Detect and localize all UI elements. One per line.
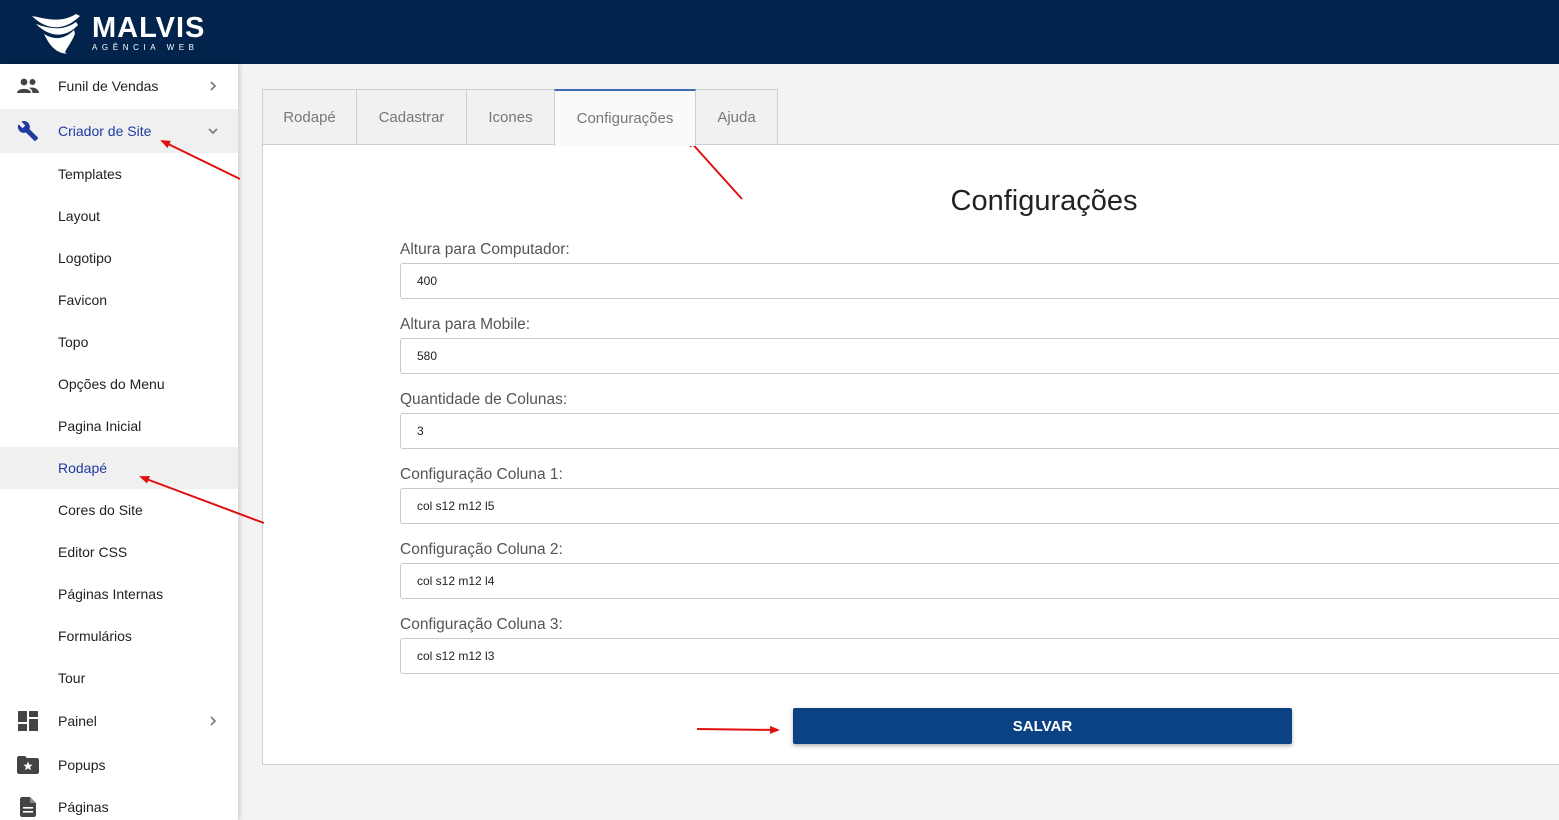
coluna-1-label: Configuração Coluna 1: bbox=[400, 466, 563, 483]
sidebar-item-paginas[interactable]: Páginas bbox=[0, 785, 238, 820]
sidebar-subitem-label: Topo bbox=[58, 334, 89, 350]
coluna-2-label: Configuração Coluna 2: bbox=[400, 541, 563, 558]
sidebar-subitem-label: Formulários bbox=[58, 628, 132, 644]
chevron-down-icon bbox=[208, 128, 218, 135]
altura-mobile-input[interactable] bbox=[400, 338, 1559, 374]
sidebar-subitem-paginas-internas[interactable]: Páginas Internas bbox=[0, 573, 238, 615]
sidebar-subitem-label: Editor CSS bbox=[58, 544, 128, 560]
logo-text: MALVIS bbox=[92, 12, 206, 44]
sidebar-subitem-cores-do-site[interactable]: Cores do Site bbox=[0, 489, 238, 531]
quantidade-colunas-label: Quantidade de Colunas: bbox=[400, 391, 568, 408]
tab-configuracoes[interactable]: Configurações bbox=[554, 89, 696, 146]
sidebar-subitem-tour[interactable]: Tour bbox=[0, 657, 238, 699]
sidebar-item-criador-de-site[interactable]: Criador de Site bbox=[0, 109, 238, 153]
sidebar: Funil de Vendas Criador de Site Template… bbox=[0, 64, 238, 820]
sidebar-subitem-layout[interactable]: Layout bbox=[0, 195, 238, 237]
document-icon bbox=[17, 796, 39, 818]
sidebar-item-label: Criador de Site bbox=[58, 123, 152, 139]
sidebar-subitem-label: Logotipo bbox=[58, 250, 112, 266]
coluna-3-label: Configuração Coluna 3: bbox=[400, 616, 563, 633]
coluna-2-input[interactable] bbox=[400, 563, 1559, 599]
dashboard-icon bbox=[17, 710, 39, 732]
wing-logo-icon bbox=[32, 14, 80, 54]
sidebar-subitem-topo[interactable]: Topo bbox=[0, 321, 238, 363]
sidebar-subitem-formularios[interactable]: Formulários bbox=[0, 615, 238, 657]
settings-panel: Configurações Altura para Computador: Al… bbox=[262, 144, 1559, 765]
quantidade-colunas-input[interactable] bbox=[400, 413, 1559, 449]
sidebar-item-label: Funil de Vendas bbox=[58, 78, 159, 94]
save-button[interactable]: SALVAR bbox=[793, 708, 1292, 744]
sidebar-subitem-label: Templates bbox=[58, 166, 122, 182]
sidebar-item-funil-de-vendas[interactable]: Funil de Vendas bbox=[0, 64, 238, 108]
malvis-logo[interactable]: MALVIS AGÊNCIA WEB bbox=[30, 8, 210, 56]
sidebar-subitem-pagina-inicial[interactable]: Pagina Inicial bbox=[0, 405, 238, 447]
altura-mobile-label: Altura para Mobile: bbox=[400, 316, 531, 333]
sidebar-subitem-rodape[interactable]: Rodapé bbox=[0, 447, 238, 489]
sidebar-item-label: Popups bbox=[58, 757, 106, 773]
sidebar-subitem-favicon[interactable]: Favicon bbox=[0, 279, 238, 321]
people-icon bbox=[17, 75, 39, 97]
sidebar-subitem-logotipo[interactable]: Logotipo bbox=[0, 237, 238, 279]
sidebar-subitem-opcoes-do-menu[interactable]: Opções do Menu bbox=[0, 363, 238, 405]
folder-star-icon bbox=[17, 754, 39, 776]
sidebar-subitem-label: Opções do Menu bbox=[58, 376, 165, 392]
wrench-icon bbox=[17, 120, 39, 142]
tab-rodape[interactable]: Rodapé bbox=[262, 89, 357, 145]
altura-computador-input[interactable] bbox=[400, 263, 1559, 299]
sidebar-subitem-label: Favicon bbox=[58, 292, 108, 308]
logo-subtext: AGÊNCIA WEB bbox=[92, 43, 199, 52]
sidebar-item-label: Páginas bbox=[58, 799, 109, 815]
sidebar-subitem-label: Layout bbox=[58, 208, 101, 224]
sidebar-subitem-templates[interactable]: Templates bbox=[0, 153, 238, 195]
sidebar-subitem-label: Rodapé bbox=[58, 460, 108, 476]
sidebar-item-label: Painel bbox=[58, 713, 97, 729]
chevron-right-icon bbox=[210, 716, 217, 726]
coluna-3-input[interactable] bbox=[400, 638, 1559, 674]
tab-cadastrar[interactable]: Cadastrar bbox=[356, 89, 467, 145]
altura-computador-label: Altura para Computador: bbox=[400, 241, 570, 258]
sidebar-subitem-editor-css[interactable]: Editor CSS bbox=[0, 531, 238, 573]
sidebar-subitem-label: Páginas Internas bbox=[58, 586, 164, 602]
sidebar-subitem-label: Pagina Inicial bbox=[58, 418, 142, 434]
sidebar-subitem-label: Cores do Site bbox=[58, 502, 143, 518]
sidebar-subitem-label: Tour bbox=[58, 670, 86, 686]
chevron-right-icon bbox=[210, 81, 217, 91]
tab-bar: Rodapé Cadastrar Icones Configurações Aj… bbox=[262, 89, 778, 146]
top-bar: MALVIS AGÊNCIA WEB bbox=[0, 0, 1559, 64]
sidebar-item-painel[interactable]: Painel bbox=[0, 699, 238, 743]
tab-ajuda[interactable]: Ajuda bbox=[695, 89, 778, 145]
page-title: Configurações bbox=[950, 185, 1138, 217]
coluna-1-input[interactable] bbox=[400, 488, 1559, 524]
sidebar-item-popups[interactable]: Popups bbox=[0, 743, 238, 787]
tab-icones[interactable]: Icones bbox=[466, 89, 555, 145]
